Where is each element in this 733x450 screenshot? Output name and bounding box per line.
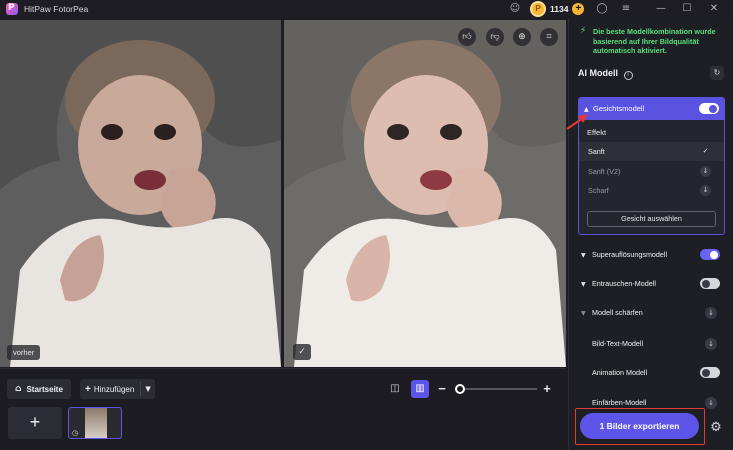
- effect-title: Effekt: [587, 128, 607, 137]
- caret-down-icon: ▼: [581, 310, 586, 317]
- before-photo-illustration: [0, 20, 281, 367]
- model-label: Bild-Text-Modell: [592, 339, 644, 348]
- add-label: Hinzufügen: [93, 384, 135, 394]
- model-label: Modell schärfen: [592, 308, 643, 317]
- denoise-toggle[interactable]: [700, 278, 720, 289]
- preview-area: vorher ✓ 👍︎ 👎︎ ⊕ ⌗: [0, 20, 566, 367]
- auto-activation-notice: ⚡ Die beste Modellkombination wurde basi…: [580, 26, 730, 56]
- model-label: Animation Modell: [592, 368, 648, 377]
- add-button[interactable]: + Hinzufügen ▼: [80, 379, 155, 399]
- zoom-in-button[interactable]: +: [540, 380, 554, 398]
- before-photo: [0, 20, 281, 367]
- caret-up-icon: ▲: [584, 106, 589, 113]
- coin-balance[interactable]: P 1134 +: [530, 1, 585, 17]
- face-model-toggle[interactable]: [699, 103, 719, 114]
- ai-model-panel: ⚡ Die beste Modellkombination wurde basi…: [568, 18, 733, 450]
- effect-option-scharf[interactable]: Scharf ↓: [579, 181, 724, 200]
- title-bar: HitPaw FotorPea ☺ P 1134 + ◯ ≡ — ☐ ✕: [0, 0, 733, 18]
- after-check-icon: ✓: [293, 344, 311, 360]
- select-face-button[interactable]: Gesicht auswählen: [587, 211, 716, 227]
- export-button[interactable]: 1 Bilder exportieren: [580, 413, 699, 439]
- thumbs-up-icon[interactable]: 👍︎: [458, 28, 476, 46]
- export-highlight-box: 1 Bilder exportieren: [575, 408, 705, 445]
- app-title: HitPaw FotorPea: [24, 4, 89, 14]
- caret-down-icon: ▼: [581, 252, 586, 259]
- model-row-animation[interactable]: Animation Modell: [578, 365, 725, 381]
- image-thumbnail[interactable]: ◷: [68, 407, 122, 439]
- buy-coins-plus-icon[interactable]: +: [572, 3, 585, 15]
- lightning-icon: ⚡: [580, 26, 587, 36]
- home-button[interactable]: ⌂ Startseite: [7, 379, 71, 399]
- option-label: Sanft (V2): [588, 167, 621, 176]
- model-label: Einfärben-Modell: [592, 398, 647, 407]
- model-label: Superauflösungsmodell: [592, 250, 668, 259]
- plus-icon: +: [85, 383, 91, 395]
- animation-toggle[interactable]: [700, 367, 720, 378]
- face-model-header[interactable]: ▲ Gesichtsmodell: [579, 98, 724, 120]
- zoom-slider-handle[interactable]: [455, 384, 465, 394]
- zoom-slider-track[interactable]: [455, 388, 537, 390]
- info-icon[interactable]: i: [623, 71, 633, 80]
- chevron-down-icon[interactable]: ▼: [145, 385, 150, 393]
- add-image-tile[interactable]: +: [8, 407, 62, 439]
- download-icon[interactable]: ↓: [705, 307, 717, 319]
- close-icon[interactable]: ✕: [707, 2, 721, 16]
- after-photo-illustration: [284, 20, 566, 367]
- refresh-icon[interactable]: ↻: [710, 66, 724, 80]
- notice-text: Die beste Modellkombination wurde basier…: [593, 27, 716, 55]
- thumbs-down-icon[interactable]: 👎︎: [486, 28, 504, 46]
- maximize-icon[interactable]: ☐: [680, 2, 694, 16]
- add-separator: [140, 382, 142, 396]
- model-row-denoise[interactable]: ▼ Entrauschen-Modell: [578, 276, 725, 292]
- effect-option-sanft-v2[interactable]: Sanft (V2) ↓: [579, 162, 724, 181]
- side-by-side-view-icon[interactable]: ▥: [411, 380, 429, 398]
- face-model-label: Gesichtsmodell: [593, 104, 645, 113]
- effect-option-sanft[interactable]: Sanft ✓: [579, 142, 724, 161]
- coin-count: 1134: [550, 4, 569, 14]
- clock-icon: ◷: [72, 429, 79, 437]
- option-label: Sanft: [588, 147, 605, 156]
- panel-title-text: AI Modell: [578, 68, 618, 78]
- crop-icon[interactable]: ⌗: [540, 28, 558, 46]
- user-icon[interactable]: ◯: [595, 2, 609, 16]
- after-image-pane[interactable]: ✓ 👍︎ 👎︎ ⊕ ⌗: [284, 20, 566, 367]
- zoom-in-icon[interactable]: ⊕: [513, 28, 531, 46]
- bottom-toolbar: ⌂ Startseite + Hinzufügen ▼ ◫ ▥ − + + ◷: [0, 368, 566, 450]
- split-view-icon[interactable]: ◫: [386, 380, 404, 398]
- model-label: Entrauschen-Modell: [592, 279, 656, 288]
- gear-icon[interactable]: ⚙: [709, 421, 723, 435]
- caret-down-icon: ▼: [581, 281, 586, 288]
- thumbnail-photo: [85, 408, 107, 438]
- after-photo: [284, 20, 566, 367]
- app-logo-icon: [6, 3, 18, 15]
- before-label: vorher: [7, 345, 41, 360]
- superresolution-toggle[interactable]: [700, 249, 720, 260]
- minimize-icon[interactable]: —: [654, 2, 668, 16]
- download-icon[interactable]: ↓: [700, 166, 711, 177]
- before-image-pane[interactable]: vorher: [0, 20, 281, 367]
- home-label: Startseite: [26, 384, 63, 394]
- model-row-superresolution[interactable]: ▼ Superauflösungsmodell: [578, 247, 725, 263]
- zoom-out-button[interactable]: −: [435, 380, 449, 398]
- face-model-card: ▲ Gesichtsmodell Effekt Sanft ✓ Sanft (V…: [578, 97, 725, 235]
- download-icon[interactable]: ↓: [700, 185, 711, 196]
- home-icon: ⌂: [15, 384, 22, 394]
- download-icon[interactable]: ↓: [705, 338, 717, 350]
- model-row-sharpen[interactable]: ▼ Modell schärfen ↓: [578, 305, 725, 321]
- option-label: Scharf: [588, 186, 609, 195]
- panel-title: AI Modell i: [578, 68, 633, 80]
- menu-icon[interactable]: ≡: [619, 2, 633, 16]
- model-row-text[interactable]: Bild-Text-Modell ↓: [578, 336, 725, 352]
- discord-icon[interactable]: ☺: [508, 2, 522, 16]
- download-icon[interactable]: ↓: [705, 397, 717, 409]
- coin-icon: P: [530, 1, 546, 17]
- check-icon: ✓: [702, 147, 709, 155]
